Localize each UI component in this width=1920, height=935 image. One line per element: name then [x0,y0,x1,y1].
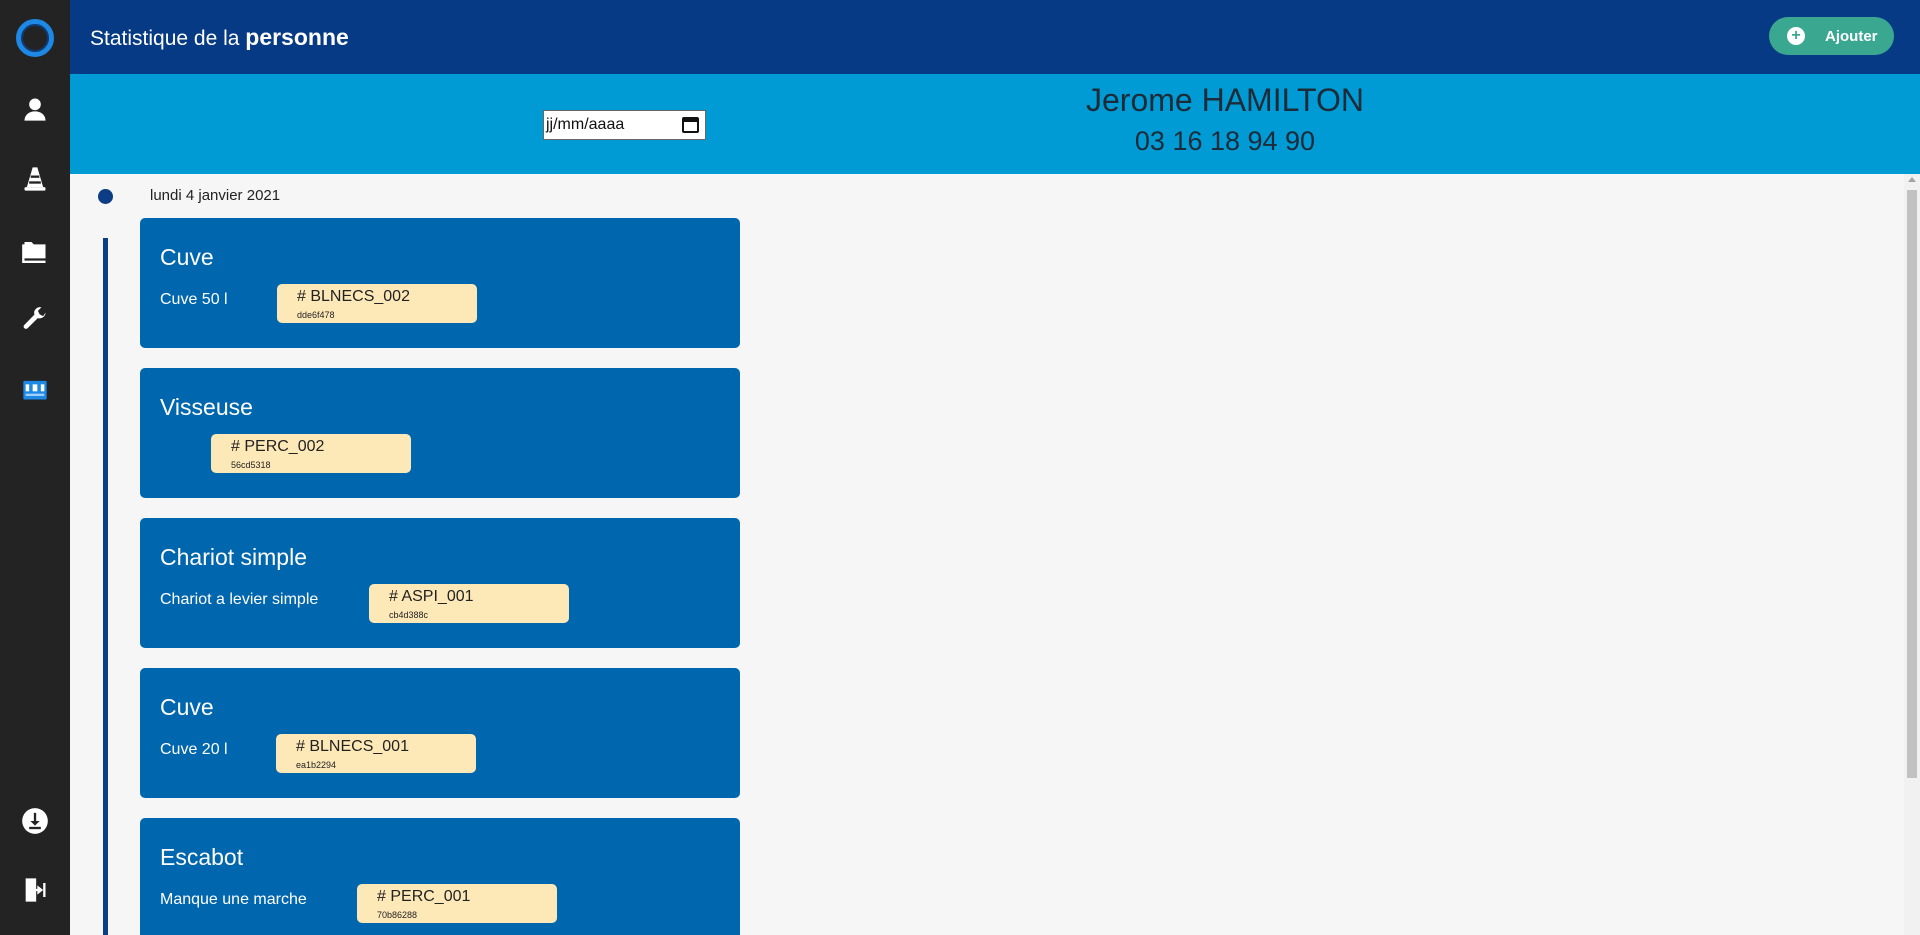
equipment-card[interactable]: Chariot simple Chariot a levier simple #… [140,518,740,648]
top-header: Statistique de la personne + Ajouter [70,0,1920,74]
tag-id: cb4d388c [389,610,429,620]
user-icon[interactable] [19,93,51,125]
equipment-card[interactable]: Escabot Manque une marche # PERC_001 70b… [140,818,740,935]
person-phone: 03 16 18 94 90 [1134,126,1316,156]
toolbox-icon[interactable] [19,373,51,405]
page-title-prefix: Statistique de la [90,27,246,50]
scroll-thumb[interactable] [1907,190,1917,778]
timeline-line [103,238,108,935]
sidebar [0,0,70,935]
person-name: Jerome HAMILTON [1086,82,1364,118]
tag-id: 56cd5318 [231,460,271,470]
calendar-icon[interactable] [682,117,699,133]
vertical-scrollbar[interactable] [1904,174,1920,935]
tag-code: # PERC_002 [231,438,325,455]
folder-icon[interactable] [19,233,51,265]
date-input-placeholder: jj/mm/aaaa [546,116,625,133]
equipment-tag: # BLNECS_001 ea1b2294 [276,734,476,773]
tag-id: ea1b2294 [296,760,337,770]
tag-id: 70b86288 [377,910,418,920]
tag-code: # PERC_001 [377,888,471,905]
card-title: Cuve [160,244,214,270]
card-description: Chariot a levier simple [160,591,319,608]
person-banner: jj/mm/aaaa Jerome HAMILTON 03 16 18 94 9… [70,74,1920,174]
card-title: Cuve [160,694,214,720]
app-root: Statistique de la personne + Ajouter jj/… [0,0,1920,935]
tag-code: # BLNECS_001 [296,738,409,755]
traffic-cone-icon[interactable] [19,163,51,195]
scroll-up-arrow-icon[interactable] [1908,177,1916,182]
tag-id: dde6f478 [297,310,335,320]
equipment-card[interactable]: Visseuse # PERC_002 56cd5318 [140,368,740,498]
add-button-label: Ajouter [1825,27,1878,45]
timeline-dot [98,189,113,204]
card-title: Chariot simple [160,544,307,570]
tag-code: # BLNECS_002 [297,288,410,305]
plus-circle-icon: + [1787,27,1805,45]
page-title-bold: personne [245,24,349,50]
tag-code: # ASPI_001 [389,588,474,605]
equipment-tag: # ASPI_001 cb4d388c [369,584,569,623]
card-description: Cuve 20 l [160,741,228,758]
card-title: Escabot [160,844,244,870]
app-logo[interactable] [16,19,54,57]
card-title: Visseuse [160,394,253,420]
equipment-tag: # PERC_001 70b86288 [357,884,557,923]
card-description: Manque une marche [160,891,307,908]
card-description: Cuve 50 l [160,291,228,308]
wrench-icon[interactable] [19,303,51,335]
add-button[interactable]: + Ajouter [1769,17,1894,55]
equipment-card[interactable]: Cuve Cuve 50 l # BLNECS_002 dde6f478 [140,218,740,348]
equipment-tag: # BLNECS_002 dde6f478 [277,284,477,323]
date-input[interactable]: jj/mm/aaaa [543,110,706,140]
download-icon[interactable] [19,805,51,837]
timeline-date: lundi 4 janvier 2021 [150,187,281,204]
equipment-tag: # PERC_002 56cd5318 [211,434,411,473]
page-title: Statistique de la personne [90,24,349,51]
equipment-card[interactable]: Cuve Cuve 20 l # BLNECS_001 ea1b2294 [140,668,740,798]
logout-icon[interactable] [19,874,51,906]
